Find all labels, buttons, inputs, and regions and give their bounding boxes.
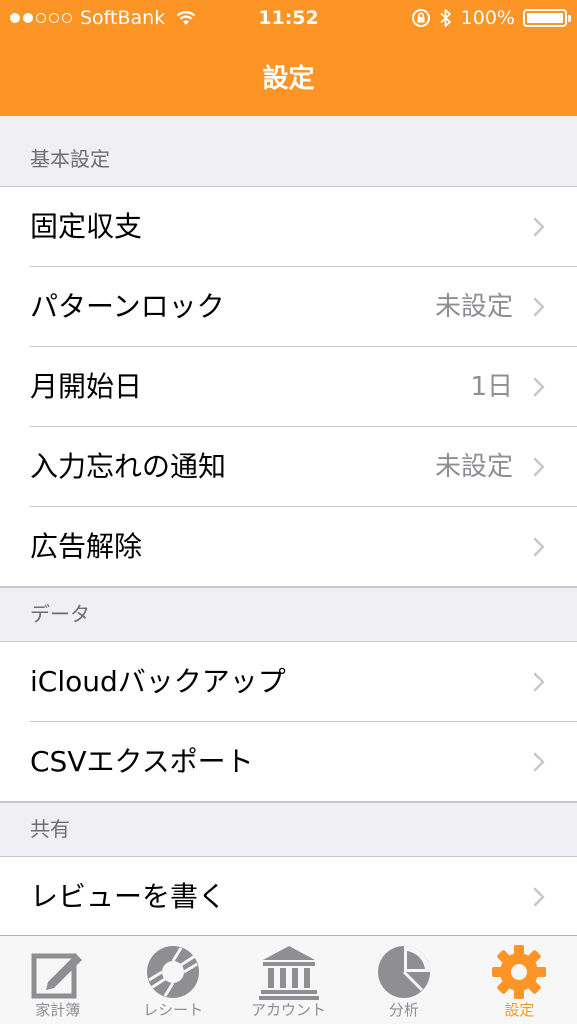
battery-percent: 100% xyxy=(460,7,515,29)
section-header-basic-settings: 基本設定 xyxy=(0,116,577,187)
section-header-share: 共有 xyxy=(0,802,577,857)
rotation-lock-icon xyxy=(411,9,430,27)
bluetooth-icon xyxy=(440,9,451,27)
chevron-right-icon xyxy=(529,537,549,557)
settings-row[interactable]: 月開始日 1日 xyxy=(0,347,577,427)
row-value: 未設定 xyxy=(434,292,513,322)
row-label: 月開始日 xyxy=(30,370,143,403)
chevron-right-icon xyxy=(529,887,549,907)
row-label: 入力忘れの通知 xyxy=(30,450,227,483)
row-label: パターンロック xyxy=(30,290,225,323)
tab-receipt[interactable]: レシート xyxy=(115,936,230,1024)
page-title: 設定 xyxy=(262,64,315,94)
settings-row[interactable]: 入力忘れの通知 未設定 xyxy=(0,427,577,507)
section-title: 共有 xyxy=(30,817,70,841)
status-right: 100% xyxy=(411,7,571,29)
chevron-right-icon xyxy=(529,297,549,317)
settings-row[interactable]: パターンロック 未設定 xyxy=(0,267,577,347)
row-value: 1日 xyxy=(470,372,513,402)
row-label: 広告解除 xyxy=(30,530,143,563)
section-title: 基本設定 xyxy=(30,147,110,171)
section-header-data: データ xyxy=(0,587,577,642)
chevron-right-icon xyxy=(529,457,549,477)
battery-icon xyxy=(523,9,571,27)
row-label: iCloudバックアップ xyxy=(30,665,286,698)
tab-analysis[interactable]: 分析 xyxy=(346,936,461,1024)
settings-row[interactable]: レビューを書く xyxy=(0,857,577,937)
tab-account[interactable]: アカウント xyxy=(231,936,346,1024)
row-label: 固定収支 xyxy=(30,210,143,243)
settings-row[interactable]: iCloudバックアップ xyxy=(0,642,577,722)
tab-label: レシート xyxy=(143,1001,204,1019)
tab-settings[interactable]: 設定 xyxy=(462,936,577,1024)
tab-label: 設定 xyxy=(504,1001,535,1019)
chevron-right-icon xyxy=(529,217,549,237)
section-title: データ xyxy=(30,602,90,626)
chevron-right-icon xyxy=(529,377,549,397)
row-label: CSVエクスポート xyxy=(30,745,254,778)
row-label: レビューを書く xyxy=(30,880,227,913)
tab-label: アカウント xyxy=(251,1001,327,1019)
battery-fill xyxy=(527,13,563,23)
chevron-right-icon xyxy=(529,752,549,772)
chevron-right-icon xyxy=(529,672,549,692)
settings-row[interactable]: 広告解除 xyxy=(0,507,577,587)
tab-label: 家計簿 xyxy=(35,1001,81,1019)
tab-bar: 家計簿 レシート アカウント 分析 設定 xyxy=(0,935,577,1024)
settings-list: 基本設定 固定収支 パターンロック 未設定 月開始日 1日 入力忘れの通知 未設定 広告解除 デー… xyxy=(0,116,577,937)
tab-label: 分析 xyxy=(388,1001,419,1019)
status-bar: SoftBank 11:52 100% xyxy=(0,0,577,38)
tab-household-book[interactable]: 家計簿 xyxy=(0,936,115,1024)
settings-row[interactable]: CSVエクスポート xyxy=(0,722,577,802)
settings-row[interactable]: 固定収支 xyxy=(0,187,577,267)
row-value: 未設定 xyxy=(434,452,513,482)
navigation-bar: SoftBank 11:52 100% 設定 xyxy=(0,0,577,116)
